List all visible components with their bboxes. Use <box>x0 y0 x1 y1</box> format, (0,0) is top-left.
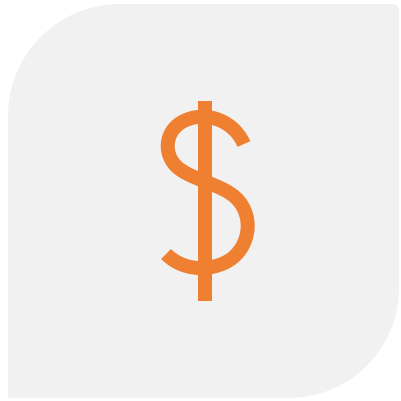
dollar-tile-icon <box>0 0 401 401</box>
dollar-sign-icon <box>160 101 255 301</box>
